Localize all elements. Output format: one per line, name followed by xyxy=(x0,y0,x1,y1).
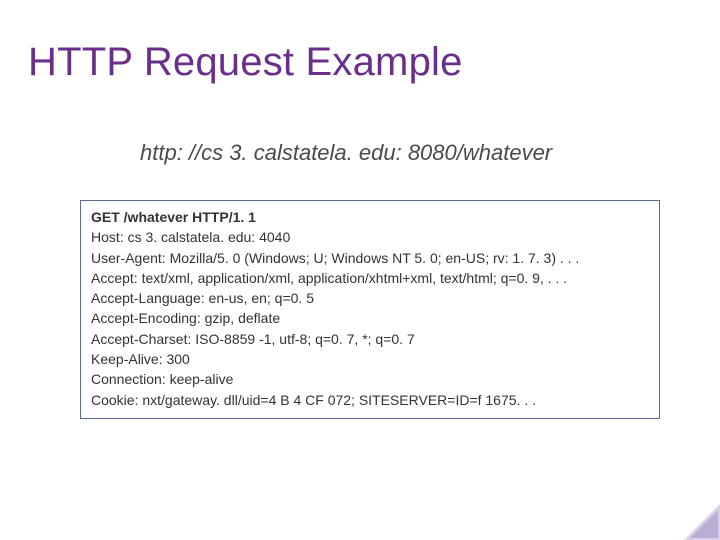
header-line: User-Agent: Mozilla/5. 0 (Windows; U; Wi… xyxy=(91,248,649,268)
header-line: Host: cs 3. calstatela. edu: 4040 xyxy=(91,227,649,247)
request-first-line: GET /whatever HTTP/1. 1 xyxy=(91,207,649,227)
example-url: http: //cs 3. calstatela. edu: 8080/what… xyxy=(140,140,552,166)
slide: HTTP Request Example http: //cs 3. calst… xyxy=(0,0,720,540)
header-line: Accept-Charset: ISO-8859 -1, utf-8; q=0.… xyxy=(91,329,649,349)
http-request-box: GET /whatever HTTP/1. 1 Host: cs 3. cals… xyxy=(80,200,660,419)
header-line: Keep-Alive: 300 xyxy=(91,349,649,369)
header-line: Accept-Language: en-us, en; q=0. 5 xyxy=(91,288,649,308)
header-line: Cookie: nxt/gateway. dll/uid=4 B 4 CF 07… xyxy=(91,390,649,410)
page-fold-icon xyxy=(684,504,720,540)
header-line: Accept: text/xml, application/xml, appli… xyxy=(91,268,649,288)
header-line: Accept-Encoding: gzip, deflate xyxy=(91,308,649,328)
header-line: Connection: keep-alive xyxy=(91,369,649,389)
slide-title: HTTP Request Example xyxy=(28,40,463,85)
